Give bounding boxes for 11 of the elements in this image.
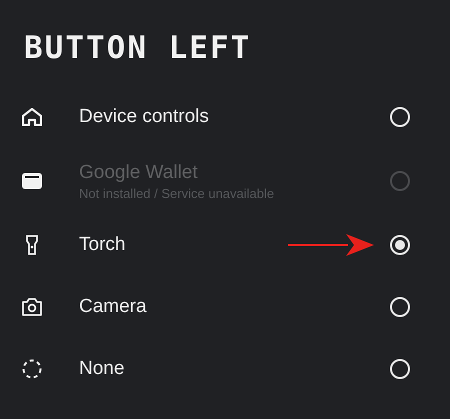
- option-label: Device controls: [79, 106, 209, 128]
- page-title: BUTTON LEFT: [24, 29, 252, 68]
- wallet-icon: [22, 173, 42, 189]
- flashlight-icon: [26, 235, 38, 255]
- home-icon: [22, 108, 42, 126]
- camera-icon: [22, 298, 42, 316]
- option-label: Torch: [79, 234, 126, 256]
- dashed-circle-icon: [22, 359, 42, 379]
- option-label: Camera: [79, 296, 147, 318]
- option-label: Google Wallet: [79, 162, 199, 184]
- option-label: None: [79, 358, 124, 380]
